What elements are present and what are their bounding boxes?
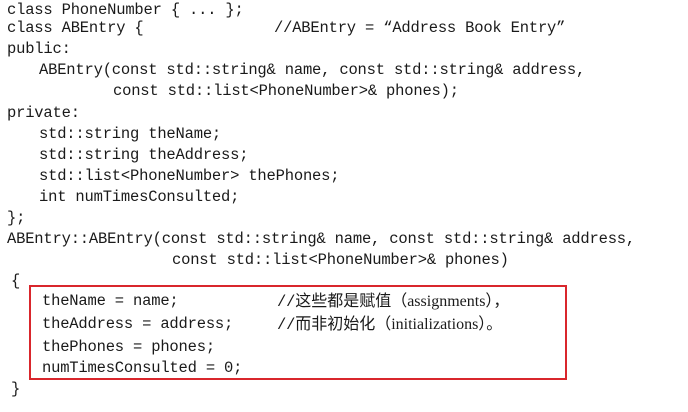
code-line-member-thename: std::string theName;: [39, 125, 222, 143]
code-listing: class PhoneNumber { ... }; class ABEntry…: [0, 0, 688, 412]
code-line-private: private:: [7, 104, 80, 122]
code-line-class-abentry: class ABEntry {: [7, 19, 144, 37]
assignment-highlight-box: [29, 285, 567, 380]
code-line-class-end: };: [7, 209, 26, 227]
code-line-close-brace: }: [11, 380, 21, 398]
code-line-member-thephones: std::list<PhoneNumber> thePhones;: [39, 167, 340, 185]
code-line-public: public:: [7, 40, 71, 58]
code-line-constructor-def-1: ABEntry::ABEntry(const std::string& name…: [7, 230, 636, 248]
code-line-member-numtimes: int numTimesConsulted;: [39, 188, 240, 206]
code-line-open-brace: {: [11, 272, 21, 290]
comment-abentry-meaning: //ABEntry = “Address Book Entry”: [274, 19, 566, 37]
code-line-constructor-decl-2: const std::list<PhoneNumber>& phones);: [113, 82, 459, 100]
code-line-constructor-decl-1: ABEntry(const std::string& name, const s…: [39, 61, 586, 79]
code-line-member-theaddress: std::string theAddress;: [39, 146, 249, 164]
code-line-constructor-def-2: const std::list<PhoneNumber>& phones): [172, 251, 509, 269]
